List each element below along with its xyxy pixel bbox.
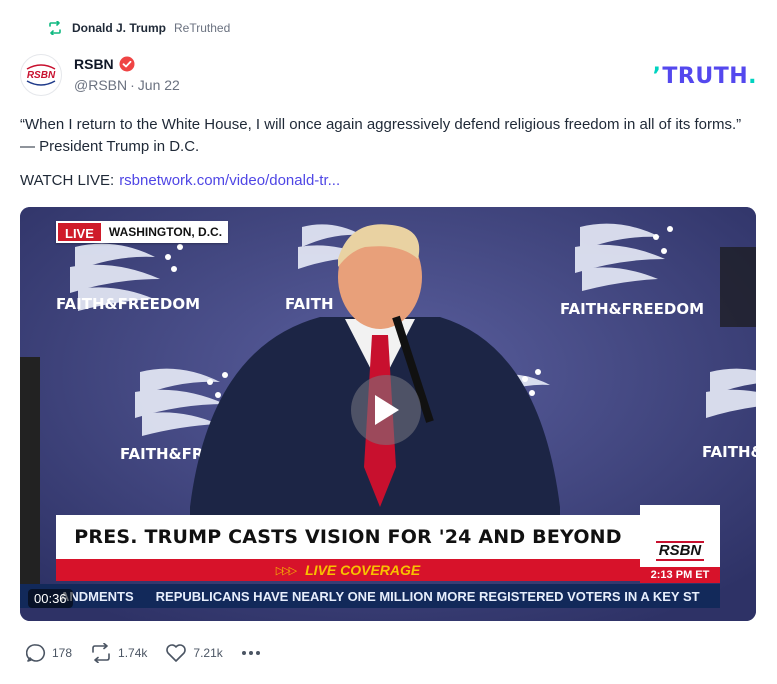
author-name[interactable]: RSBN [74,56,114,72]
play-icon [375,395,399,425]
svg-text:FAITH&FREEDOM: FAITH&FREEDOM [56,295,200,313]
truth-logo: ’ TRUTH. [652,64,757,89]
live-coverage-bar: ▷▷▷ LIVE COVERAGE [56,559,640,581]
svg-text:FAITH&FREEDOM: FAITH&FREEDOM [560,300,704,318]
video-timestamp: 00:36 [28,589,73,608]
post-header: RSBN RSBN @RSBN · Jun 22 ’ TRUTH. [20,54,757,96]
reply-button[interactable]: 178 [26,643,72,663]
video-link[interactable]: rsbnetwork.com/video/donald-tr... [119,172,340,189]
station-logo: RSBN [640,505,720,567]
svg-text:FAITH&: FAITH& [702,443,756,461]
retruth-button[interactable]: 1.74k [90,643,147,663]
watch-live-line: WATCH LIVE: rsbnetwork.com/video/donald-t… [20,171,340,191]
like-count: 7.21k [193,646,223,660]
retruth-icon [92,643,110,663]
heart-icon [166,644,187,662]
svg-text:RSBN: RSBN [27,70,56,81]
retruth-count: 1.74k [118,646,148,660]
comment-icon [26,644,45,662]
post-date[interactable]: Jun 22 [138,77,180,93]
post-actions: 178 1.74k 7.21k [26,642,279,664]
location-label: WASHINGTON, D.C. [102,221,229,243]
headline-text: PRES. TRUMP CASTS VISION FOR '24 AND BEY… [74,526,622,548]
verified-badge-icon [119,56,135,72]
more-icon [241,651,260,655]
station-logo-text: RSBN [655,541,705,561]
retruth-indicator: Donald J. Trump ReTruthed [46,18,230,38]
like-button[interactable]: 7.21k [165,643,223,663]
headline-banner: PRES. TRUMP CASTS VISION FOR '24 AND BEY… [56,515,640,559]
broadcast-time: 2:13 PM ET [640,567,720,583]
live-badge: LIVE WASHINGTON, D.C. [56,221,229,243]
arrows-icon: ▷▷▷ [275,564,297,577]
truth-logo-mark-icon: ’ [652,64,662,89]
play-button[interactable] [351,375,421,445]
live-label: LIVE [56,221,103,243]
retruth-author-name[interactable]: Donald J. Trump [72,21,166,35]
retruth-icon [46,19,64,37]
more-options-button[interactable] [241,650,261,656]
video-player[interactable]: FAITH&FREEDOM FAITH&FREEDOM FAITH&FR FAI… [20,207,756,621]
news-ticker: ANDMENTS REPUBLICANS HAVE NEARLY ONE MIL… [20,584,720,608]
avatar[interactable]: RSBN [20,54,62,96]
author-handle[interactable]: @RSBN [74,77,127,93]
live-coverage-text: LIVE COVERAGE [305,562,421,578]
svg-text:FAITH: FAITH [285,295,334,313]
watch-live-label: WATCH LIVE: [20,172,115,189]
reply-count: 178 [52,646,73,660]
svg-text:FAITH&FR: FAITH&FR [120,445,204,463]
retruth-label: ReTruthed [174,21,231,35]
post-body-text: “When I return to the White House, I wil… [20,116,742,155]
ticker-text-right: REPUBLICANS HAVE NEARLY ONE MILLION MORE… [155,588,700,604]
